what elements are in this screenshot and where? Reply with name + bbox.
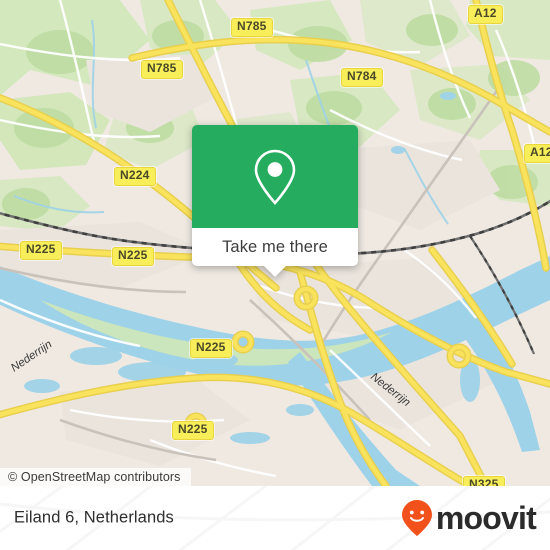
map-screenshot: Nederrijn Nederrijn N785 A12 N785 N784 A12 N2… <box>0 0 550 550</box>
road-shield: A12 <box>468 5 503 24</box>
road-shield: A12 <box>524 144 550 163</box>
callout-action-area[interactable]: Take me there <box>192 228 358 277</box>
road-shield: N325 <box>463 476 505 486</box>
take-me-there-callout[interactable]: Take me there <box>192 125 358 277</box>
moovit-brand[interactable]: moovit <box>401 499 537 537</box>
road-shield: N785 <box>231 18 273 37</box>
road-shield: N785 <box>141 60 183 79</box>
road-shield: N225 <box>20 241 62 260</box>
road-shield: N225 <box>172 421 214 440</box>
road-shield: N224 <box>114 167 156 186</box>
moovit-smiley-pin-icon <box>401 500 432 536</box>
road-shield: N225 <box>112 247 154 266</box>
callout-tail <box>264 266 286 277</box>
callout-action-label: Take me there <box>222 237 328 256</box>
osm-attribution[interactable]: © OpenStreetMap contributors <box>0 468 191 486</box>
location-address: Eiland 6, Netherlands <box>14 508 174 527</box>
footer-bar: Eiland 6, Netherlands moovit <box>0 486 550 550</box>
location-pin-icon <box>254 149 296 205</box>
road-shield: N225 <box>190 339 232 358</box>
road-shield: N784 <box>341 68 383 87</box>
moovit-wordmark: moovit <box>435 500 537 536</box>
callout-icon-area <box>192 125 358 228</box>
